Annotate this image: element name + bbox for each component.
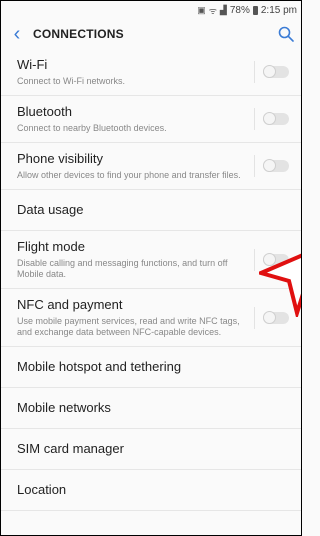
setting-nfc-payment[interactable]: NFC and payment Use mobile payment servi… — [1, 289, 301, 347]
setting-mobile-networks[interactable]: Mobile networks — [1, 388, 301, 429]
setting-wifi[interactable]: Wi-Fi Connect to Wi-Fi networks. — [1, 49, 301, 96]
screen-frame: ▣ ᯤ ▟ 78% 2:15 pm ‹ CONNECTIONS Wi-Fi Co… — [0, 0, 302, 536]
battery-icon — [252, 5, 258, 15]
annotation-arrow-icon — [259, 253, 301, 317]
bluetooth-toggle[interactable] — [263, 112, 289, 125]
setting-title: Location — [17, 482, 67, 497]
phone-visibility-toggle[interactable] — [263, 159, 289, 172]
setting-title: Data usage — [17, 202, 84, 217]
setting-title: Wi-Fi — [17, 57, 48, 72]
setting-data-usage[interactable]: Data usage — [1, 190, 301, 231]
setting-subtitle: Connect to nearby Bluetooth devices. — [17, 123, 167, 133]
toggle-knob — [263, 112, 276, 125]
settings-list: Wi-Fi Connect to Wi-Fi networks. Bluetoo… — [1, 49, 301, 511]
battery-percent: 78% — [229, 4, 250, 16]
image-notification-icon: ▣ — [197, 4, 206, 15]
setting-bluetooth[interactable]: Bluetooth Connect to nearby Bluetooth de… — [1, 96, 301, 143]
setting-title: Mobile hotspot and tethering — [17, 359, 182, 374]
divider — [254, 155, 255, 177]
setting-title: Phone visibility — [17, 151, 103, 166]
setting-title: Bluetooth — [17, 104, 72, 119]
page-title: CONNECTIONS — [33, 27, 124, 41]
setting-phone-visibility[interactable]: Phone visibility Allow other devices to … — [1, 143, 301, 190]
status-bar: ▣ ᯤ ▟ 78% 2:15 pm — [1, 1, 301, 19]
app-bar: ‹ CONNECTIONS — [1, 19, 301, 49]
setting-title: NFC and payment — [17, 297, 123, 312]
setting-subtitle: Connect to Wi-Fi networks. — [17, 76, 126, 86]
setting-title: Mobile networks — [17, 400, 111, 415]
wifi-calling-icon: ᯤ — [208, 5, 217, 16]
search-icon[interactable] — [277, 25, 295, 43]
setting-flight-mode[interactable]: Flight mode Disable calling and messagin… — [1, 231, 301, 289]
setting-title: SIM card manager — [17, 441, 124, 456]
setting-location[interactable]: Location — [1, 470, 301, 511]
divider — [254, 108, 255, 130]
setting-mobile-hotspot[interactable]: Mobile hotspot and tethering — [1, 347, 301, 388]
divider — [254, 248, 255, 271]
setting-subtitle: Allow other devices to find your phone a… — [17, 170, 241, 180]
clock: 2:15 pm — [260, 4, 297, 16]
divider — [254, 306, 255, 329]
setting-sim-card-manager[interactable]: SIM card manager — [1, 429, 301, 470]
setting-title: Flight mode — [17, 239, 85, 254]
setting-subtitle: Use mobile payment services, read and wr… — [17, 316, 240, 337]
signal-icon: ▟ — [219, 4, 227, 15]
toggle-knob — [263, 65, 276, 78]
setting-subtitle: Disable calling and messaging functions,… — [17, 258, 228, 279]
divider — [254, 61, 255, 83]
back-button[interactable]: ‹ — [1, 19, 33, 49]
chevron-left-icon: ‹ — [13, 23, 21, 45]
toggle-knob — [263, 159, 276, 172]
wifi-toggle[interactable] — [263, 65, 289, 78]
